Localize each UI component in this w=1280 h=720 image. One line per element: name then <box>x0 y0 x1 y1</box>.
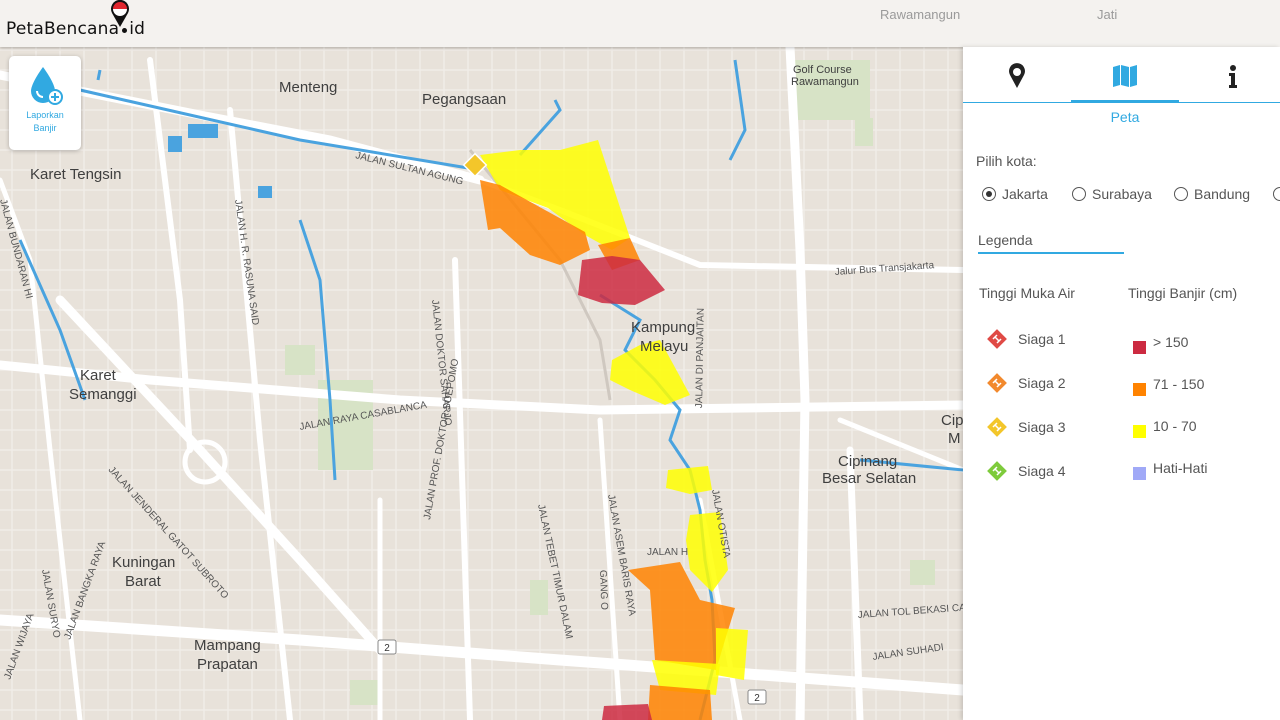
city-label: Surabaya <box>1092 186 1152 202</box>
tab-report[interactable] <box>963 47 1068 103</box>
flood-height-title: Tinggi Banjir (cm) <box>1128 285 1238 301</box>
flood-map[interactable]: Menteng Pegangsaan Karet Tengsin Karet S… <box>0 47 963 720</box>
radio-circle <box>982 187 996 201</box>
flood-height-label: 10 - 70 <box>1153 418 1197 434</box>
report-button-line1: Laporkan <box>26 110 64 120</box>
road-label: JALAN DI PANJAITAN <box>694 308 707 408</box>
tab-info[interactable] <box>1179 47 1280 103</box>
brand-suffix: id <box>129 19 146 39</box>
flood-area-yellow <box>716 628 748 680</box>
top-bar: Rawamangun Jati PetaBencana id <box>0 0 1280 47</box>
radio-circle <box>1174 187 1188 201</box>
map-canvas[interactable]: Menteng Pegangsaan Karet Tengsin Karet S… <box>0 47 963 720</box>
flood-area-red <box>602 704 652 720</box>
map-label-jati: Jati <box>1097 7 1118 22</box>
side-panel: Peta Pilih kota: Jakarta Surabaya Bandun… <box>963 47 1280 720</box>
place-label: Barat <box>125 573 162 590</box>
siaga-3-icon <box>987 417 1007 437</box>
siaga-label: Siaga 1 <box>1018 331 1066 347</box>
map-icon <box>1113 65 1137 87</box>
tab-map-label: Peta <box>1110 109 1140 125</box>
road-label: JALAN H <box>647 547 688 558</box>
radio-circle <box>1273 187 1280 201</box>
road-label: GANG O <box>597 570 609 611</box>
place-label: Kampung <box>631 319 695 336</box>
route-badge-label: 2 <box>754 693 760 704</box>
place-label: Pegangsaan <box>422 91 506 108</box>
city-label: Jakarta <box>1002 186 1048 202</box>
place-label: Mampang <box>194 637 261 654</box>
map-pin-icon <box>1009 63 1025 88</box>
radio-circle <box>1072 187 1086 201</box>
flood-area-orange <box>648 685 712 720</box>
water-level-title: Tinggi Muka Air <box>979 285 1075 301</box>
legend-tab[interactable]: Legenda <box>978 232 1124 254</box>
siaga-label: Siaga 2 <box>1018 375 1066 391</box>
place-label: Menteng <box>279 79 337 96</box>
place-label: Karet Tengsin <box>30 166 121 183</box>
flood-swatch-blue <box>1133 467 1146 480</box>
flood-swatch-orange <box>1133 383 1146 396</box>
place-label: Cip <box>941 412 963 429</box>
place-label: Rawamangun <box>791 76 859 88</box>
siaga-4-icon <box>987 461 1007 481</box>
city-prompt: Pilih kota: <box>976 153 1037 169</box>
siaga-label: Siaga 3 <box>1018 419 1066 435</box>
tab-map[interactable] <box>1071 47 1176 103</box>
place-label: M <box>948 430 961 447</box>
route-badge-label: 2 <box>384 643 390 654</box>
info-icon <box>1229 65 1237 88</box>
place-label: Prapatan <box>197 656 258 673</box>
active-tab-indicator <box>1071 100 1179 103</box>
report-button-line2: Banjir <box>33 123 57 133</box>
map-pin-logo-icon <box>111 0 129 27</box>
place-label: Cipinang <box>838 453 897 470</box>
siaga-label: Siaga 4 <box>1018 463 1066 479</box>
place-label: Golf Course <box>793 64 852 76</box>
flood-height-label: Hati-Hati <box>1153 460 1208 476</box>
map-label-rawamangun: Rawamangun <box>880 7 961 22</box>
siaga-1-icon <box>987 329 1007 349</box>
city-label: Bandung <box>1194 186 1251 202</box>
flood-height-label: > 150 <box>1153 334 1189 350</box>
place-label: Semanggi <box>69 386 137 403</box>
water-drop-plus-icon <box>31 67 63 105</box>
flood-swatch-yellow <box>1133 425 1146 438</box>
brand-name: PetaBencana <box>6 19 120 39</box>
report-flood-button[interactable]: Laporkan Banjir <box>9 56 81 150</box>
flood-swatch-red <box>1133 341 1146 354</box>
place-label: Kuningan <box>112 554 175 571</box>
flood-height-label: 71 - 150 <box>1153 376 1205 392</box>
place-label: Besar Selatan <box>822 470 916 487</box>
place-label: Karet <box>80 367 117 384</box>
place-label: Melayu <box>640 338 688 355</box>
siaga-2-icon <box>987 373 1007 393</box>
